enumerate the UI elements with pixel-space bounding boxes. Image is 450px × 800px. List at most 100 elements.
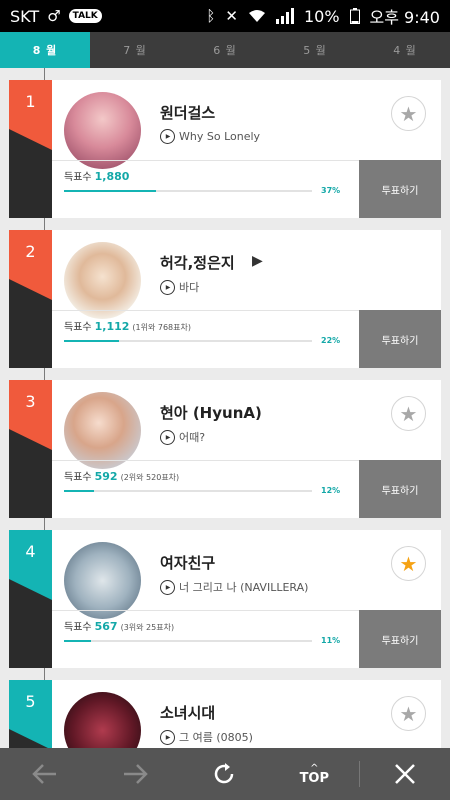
bluetooth-icon: ᛒ bbox=[206, 7, 216, 25]
vote-button[interactable]: 투표하기 bbox=[359, 310, 441, 368]
vote-count: 567 bbox=[94, 620, 118, 633]
refresh-icon bbox=[215, 763, 234, 784]
mute-icon: ✕ bbox=[225, 7, 238, 25]
vote-button[interactable]: 투표하기 bbox=[359, 460, 441, 518]
favorite-star-icon[interactable]: ★ bbox=[391, 546, 426, 581]
status-bar: SKT ♂ TALK ᛒ ✕ 10% 오후 9:40 bbox=[0, 0, 450, 32]
vote-info: 득표수 592 (2위와 520표차) bbox=[64, 468, 179, 483]
vote-diff: (1위와 768표차) bbox=[132, 323, 191, 332]
vote-progress-fill bbox=[64, 490, 94, 492]
ranking-card[interactable]: 5 소녀시대 ▶ 그 여름 (0805) ★ bbox=[9, 680, 441, 748]
song-row[interactable]: ▶ 너 그리고 나 (NAVILLERA) bbox=[160, 579, 308, 595]
vote-count: 1,112 bbox=[94, 320, 130, 333]
refresh-button[interactable] bbox=[180, 748, 270, 800]
rank-badge: 4 bbox=[9, 530, 52, 668]
vote-diff: (2위와 520표차) bbox=[120, 473, 180, 482]
scroll-top-button[interactable]: ^ TOP bbox=[269, 748, 359, 800]
month-tabs: 8 월7 월6 월5 월4 월 bbox=[0, 32, 450, 68]
favorite-star-icon[interactable]: ★ bbox=[391, 696, 426, 731]
close-icon bbox=[395, 764, 415, 784]
vote-label: 득표수 bbox=[64, 622, 92, 633]
tab-month-1[interactable]: 7 월 bbox=[90, 32, 180, 68]
song-row[interactable]: ▶ 바다 bbox=[160, 279, 199, 295]
favorite-star-icon[interactable]: ★ bbox=[391, 396, 426, 431]
male-symbol-icon: ♂ bbox=[47, 7, 61, 25]
artist-name[interactable]: 원더걸스 bbox=[160, 102, 215, 123]
song-row[interactable]: ▶ 그 여름 (0805) bbox=[160, 729, 253, 745]
song-title: 어때? bbox=[179, 431, 206, 444]
battery-level: 10% bbox=[303, 6, 340, 26]
vote-progress-fill bbox=[64, 640, 92, 642]
play-icon[interactable]: ▶ bbox=[160, 279, 175, 295]
browser-navbar: ^ TOP bbox=[0, 748, 450, 800]
vote-count: 1,880 bbox=[94, 170, 130, 183]
rank-number: 1 bbox=[25, 92, 36, 111]
ranking-card[interactable]: 1 원더걸스 ▶ Why So Lonely ★ 득표수 1,880 37% 투표하기 bbox=[9, 80, 441, 218]
vote-percent: 22% bbox=[321, 336, 341, 345]
rank-badge: 1 bbox=[9, 80, 52, 218]
vote-info: 득표수 1,112 (1위와 768표차) bbox=[64, 318, 191, 333]
battery-icon bbox=[349, 8, 360, 24]
arrow-left-icon bbox=[32, 764, 56, 784]
artist-photo[interactable] bbox=[64, 242, 141, 319]
artist-photo[interactable] bbox=[64, 92, 141, 169]
song-title: 너 그리고 나 (NAVILLERA) bbox=[179, 581, 309, 594]
play-icon[interactable]: ▶ bbox=[160, 579, 175, 595]
play-icon[interactable]: ▶ bbox=[160, 729, 175, 745]
artist-photo[interactable] bbox=[64, 542, 141, 619]
ranking-card[interactable]: 3 현아 (HyunA) ▶ 어때? ★ 득표수 592 (2위와 520표차) 12% 투표하기 bbox=[9, 380, 441, 518]
play-icon[interactable]: ▶ bbox=[160, 129, 175, 144]
vote-info: 득표수 1,880 bbox=[64, 168, 129, 183]
top-label: TOP bbox=[299, 770, 330, 786]
artist-play-icon[interactable]: ▶ bbox=[252, 253, 263, 269]
artist-name[interactable]: 허각,정은지 bbox=[160, 252, 235, 273]
tab-month-0[interactable]: 8 월 bbox=[0, 32, 90, 68]
close-button[interactable] bbox=[360, 748, 450, 800]
vote-progress-bar bbox=[64, 190, 312, 192]
vote-count: 592 bbox=[94, 470, 118, 483]
ranking-card[interactable]: 2 허각,정은지 ▶ 바다득표수 1,112 (1위와 768표차) 22% 투표하기 ▶ bbox=[9, 230, 441, 368]
tab-month-2[interactable]: 6 월 bbox=[180, 32, 270, 68]
song-title: 바다 bbox=[179, 281, 200, 294]
rank-number: 5 bbox=[25, 692, 36, 711]
song-row[interactable]: ▶ 어때? bbox=[160, 429, 205, 445]
vote-label: 득표수 bbox=[64, 172, 92, 183]
artist-photo[interactable] bbox=[64, 692, 141, 748]
vote-info: 득표수 567 (3위와 25표차) bbox=[64, 618, 174, 633]
ranking-list[interactable]: 1 원더걸스 ▶ Why So Lonely ★ 득표수 1,880 37% 투표하기 2 허각,정… bbox=[0, 68, 450, 748]
vote-label: 득표수 bbox=[64, 472, 92, 483]
rank-badge: 2 bbox=[9, 230, 52, 368]
tab-month-3[interactable]: 5 월 bbox=[270, 32, 360, 68]
vote-diff: (3위와 25표차) bbox=[120, 623, 175, 632]
carrier-label: SKT bbox=[10, 6, 40, 26]
vote-progress-bar bbox=[64, 490, 312, 492]
song-title: Why So Lonely bbox=[179, 130, 261, 143]
artist-name[interactable]: 현아 (HyunA) bbox=[160, 402, 262, 423]
artist-name[interactable]: 여자친구 bbox=[160, 552, 215, 573]
vote-button[interactable]: 투표하기 bbox=[359, 610, 441, 668]
play-icon[interactable]: ▶ bbox=[160, 429, 175, 445]
rank-badge: 5 bbox=[9, 680, 52, 748]
vote-progress-fill bbox=[64, 190, 156, 192]
vote-button[interactable]: 투표하기 bbox=[359, 160, 441, 218]
vote-progress-bar bbox=[64, 640, 312, 642]
rank-number: 4 bbox=[25, 542, 36, 561]
vote-percent: 11% bbox=[321, 636, 341, 645]
vote-label: 득표수 bbox=[64, 322, 92, 333]
song-row[interactable]: ▶ Why So Lonely bbox=[160, 129, 260, 144]
ranking-card[interactable]: 4 여자친구 ▶ 너 그리고 나 (NAVILLERA) ★ 득표수 567 (3위와 25표… bbox=[9, 530, 441, 668]
favorite-star-icon[interactable]: ★ bbox=[391, 96, 426, 131]
artist-name[interactable]: 소녀시대 bbox=[160, 702, 215, 723]
arrow-right-icon bbox=[123, 764, 148, 784]
artist-photo[interactable] bbox=[64, 392, 141, 469]
kakaotalk-icon: TALK bbox=[68, 9, 102, 23]
rank-badge: 3 bbox=[9, 380, 52, 518]
song-title: 그 여름 (0805) bbox=[179, 731, 253, 744]
back-button[interactable] bbox=[0, 748, 90, 800]
vote-percent: 12% bbox=[321, 486, 341, 495]
vote-percent: 37% bbox=[321, 186, 341, 195]
tab-month-4[interactable]: 4 월 bbox=[360, 32, 450, 68]
forward-button[interactable] bbox=[90, 748, 180, 800]
wifi-icon bbox=[248, 10, 265, 22]
vote-progress-fill bbox=[64, 340, 119, 342]
